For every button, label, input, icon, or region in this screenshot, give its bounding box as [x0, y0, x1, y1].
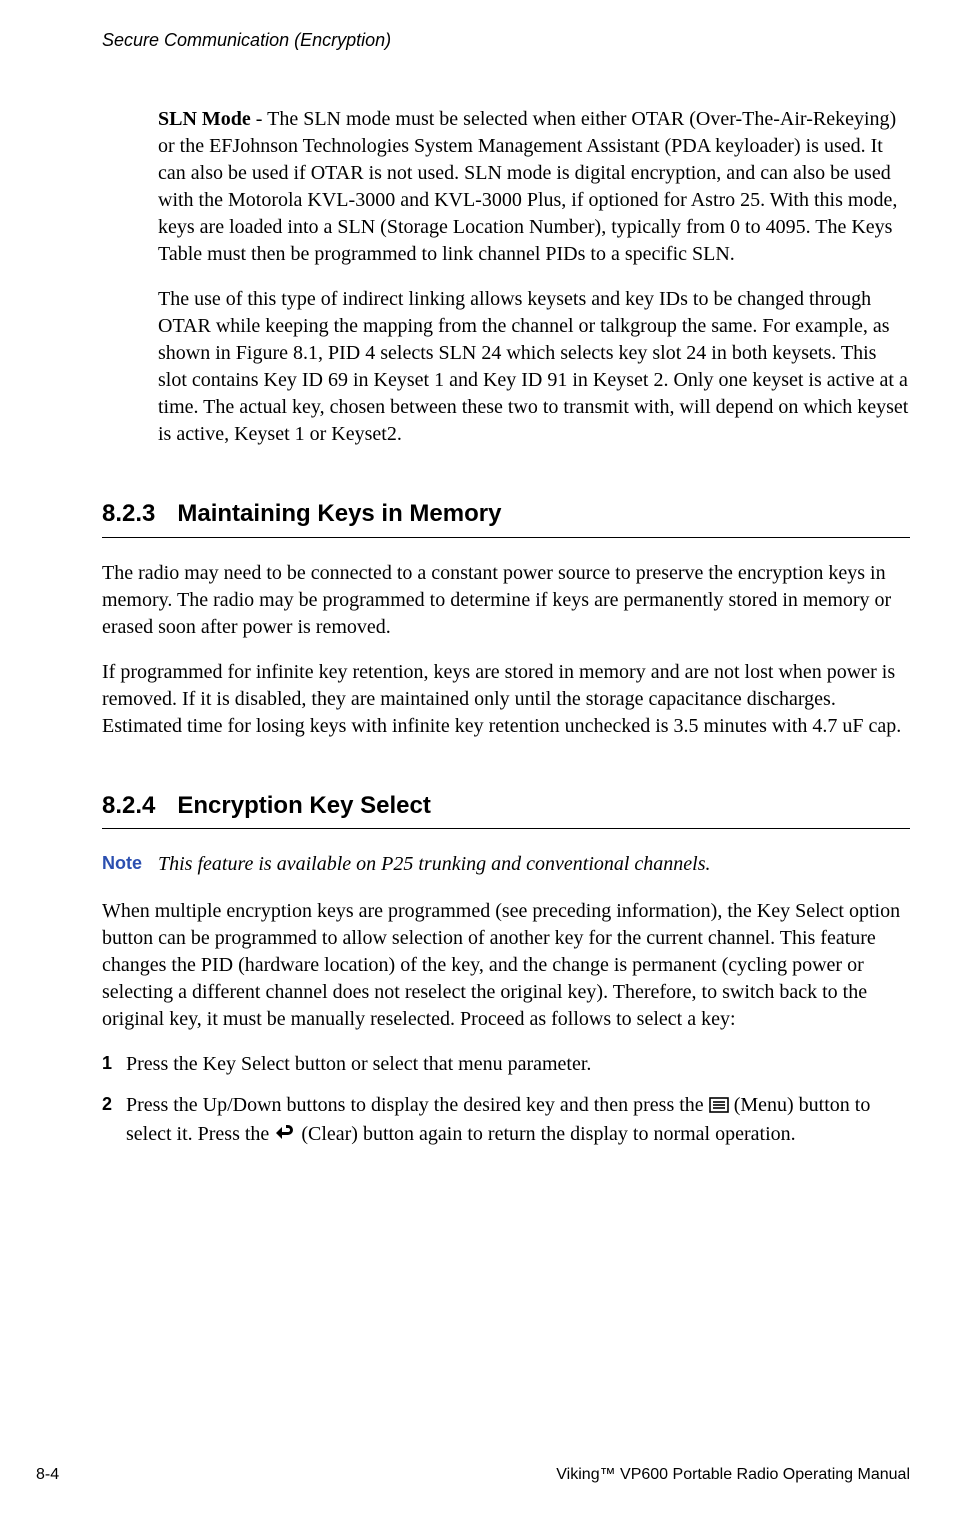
manual-title: Viking™ VP600 Portable Radio Operating M…: [556, 1464, 910, 1486]
page-number: 8-4: [36, 1464, 59, 1486]
step-2: 2 Press the Up/Down buttons to display t…: [102, 1092, 910, 1150]
sln-para2: The use of this type of indirect linking…: [158, 286, 910, 448]
section-824-title: 8.2.4 Encryption Key Select: [102, 790, 910, 822]
note-label: Note: [102, 851, 158, 875]
menu-icon: [709, 1094, 729, 1121]
running-header: Secure Communication (Encryption): [102, 28, 910, 52]
sln-para1: SLN Mode - The SLN mode must be selected…: [158, 106, 910, 268]
section-823-number: 8.2.3: [102, 498, 155, 530]
step-1: 1 Press the Key Select button or select …: [102, 1051, 910, 1078]
section-823-title: 8.2.3 Maintaining Keys in Memory: [102, 498, 910, 530]
section-rule: [102, 828, 910, 829]
sec824-para1: When multiple encryption keys are progra…: [102, 898, 910, 1033]
sln-para1-rest: - The SLN mode must be selected when eit…: [158, 108, 897, 265]
section-823-name: Maintaining Keys in Memory: [177, 500, 501, 527]
note-row: Note This feature is available on P25 tr…: [102, 851, 910, 878]
sec823-para1: The radio may need to be connected to a …: [102, 560, 910, 641]
step-1-number: 1: [102, 1051, 126, 1078]
section-rule: [102, 537, 910, 538]
note-text: This feature is available on P25 trunkin…: [158, 851, 711, 878]
sln-lead: SLN Mode: [158, 108, 251, 130]
section-824-number: 8.2.4: [102, 790, 155, 822]
back-arrow-icon: [274, 1123, 296, 1150]
section-824-name: Encryption Key Select: [177, 792, 430, 819]
step-2-pre: Press the Up/Down buttons to display the…: [126, 1094, 709, 1116]
step-2-post: (Clear) button again to return the displ…: [301, 1123, 795, 1145]
step-2-text: Press the Up/Down buttons to display the…: [126, 1092, 910, 1150]
sec823-para2: If programmed for infinite key retention…: [102, 659, 910, 740]
step-2-number: 2: [102, 1092, 126, 1150]
page-footer: 8-4 Viking™ VP600 Portable Radio Operati…: [0, 1464, 978, 1486]
step-1-text: Press the Key Select button or select th…: [126, 1051, 910, 1078]
